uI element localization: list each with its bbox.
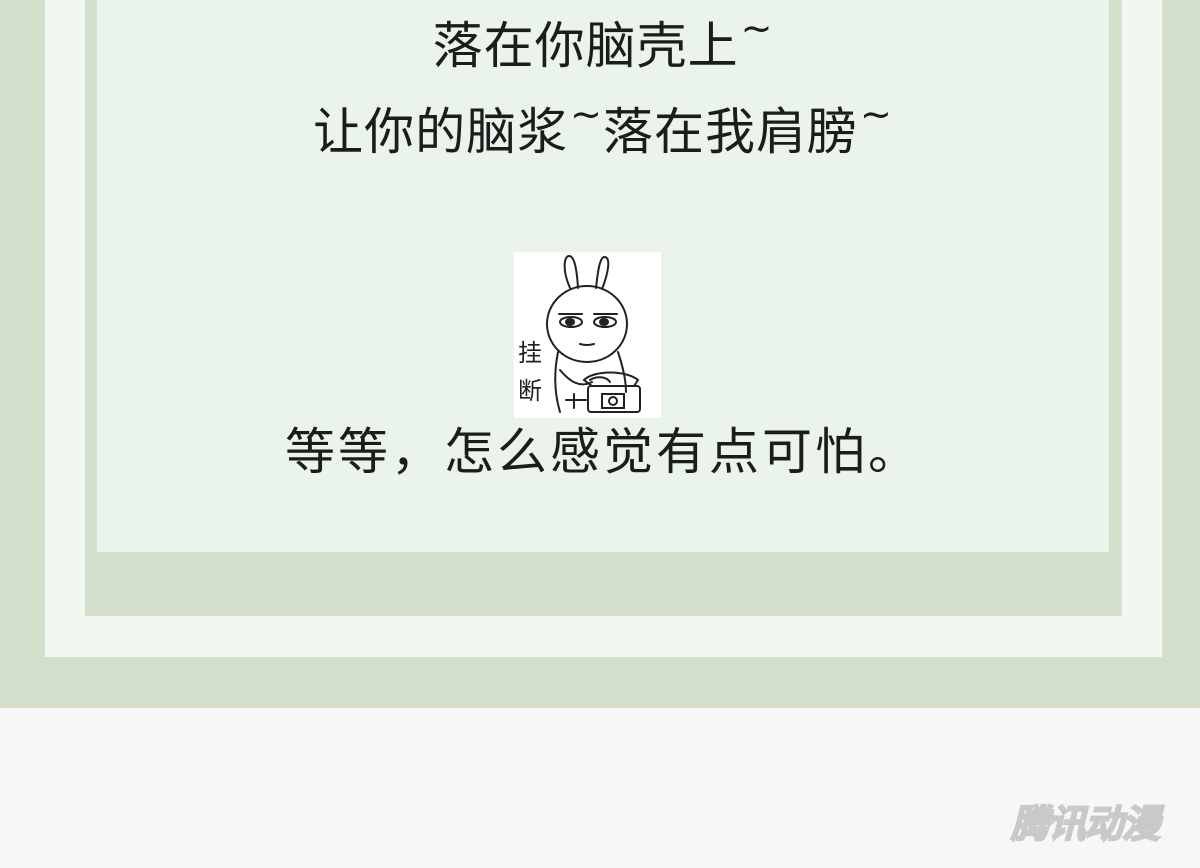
caption-line-2-part-b: 落在我肩膀 bbox=[603, 103, 858, 161]
caption-line-1: 落在你脑壳上~ bbox=[97, 6, 1109, 78]
sticker-caption: 挂 断 bbox=[518, 334, 562, 410]
tilde-mark: ~ bbox=[570, 92, 603, 136]
tilde-mark: ~ bbox=[740, 6, 774, 50]
sticker-text-bottom: 断 bbox=[518, 377, 542, 405]
tencent-comics-watermark: 腾讯动漫 bbox=[1010, 801, 1161, 847]
rabbit-hangup-sticker: 挂 断 bbox=[514, 252, 661, 418]
caption-line-2: 让你的脑浆~落在我肩膀~ bbox=[97, 92, 1109, 164]
caption-line-3: 等等，怎么感觉有点可怕。 bbox=[285, 423, 921, 481]
sticker-text-top: 挂 bbox=[518, 339, 542, 367]
tilde-mark: ~ bbox=[860, 92, 893, 136]
comic-panel: 落在你脑壳上~ 让你的脑浆~落在我肩膀~ 挂 断 等等，怎么感觉有点可怕。 bbox=[97, 0, 1109, 552]
caption-line-2-part-a: 让你的脑浆 bbox=[313, 103, 569, 161]
caption-line-1-text: 落在你脑壳上 bbox=[432, 17, 739, 75]
